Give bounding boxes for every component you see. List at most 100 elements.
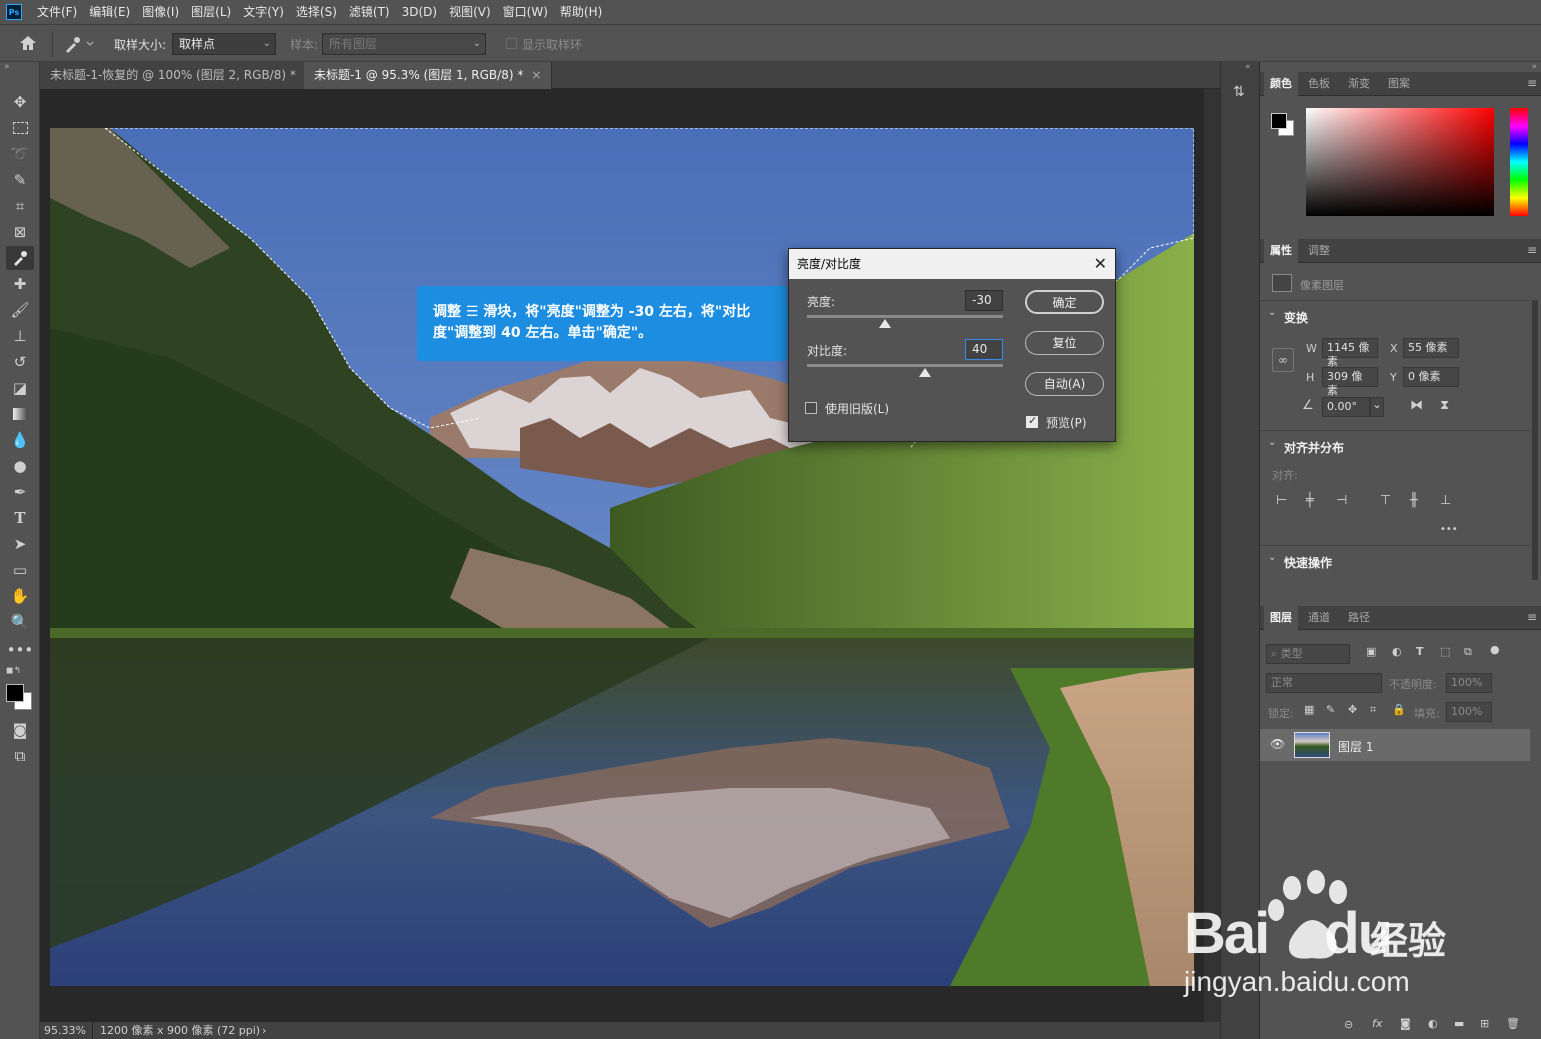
eyedropper-icon[interactable] <box>62 34 96 54</box>
legacy-checkbox[interactable] <box>805 402 817 414</box>
path-select-tool-icon[interactable]: ➤ <box>6 532 34 556</box>
marquee-tool-icon[interactable] <box>6 116 34 140</box>
filter-smart-object-icon[interactable]: ⧉ <box>1464 645 1472 659</box>
fill-input[interactable]: 100% <box>1446 702 1492 722</box>
align-top-icon[interactable]: ⊤ <box>1380 493 1391 508</box>
gradient-tool-icon[interactable] <box>6 402 34 426</box>
healing-brush-tool-icon[interactable]: ✚ <box>6 272 34 296</box>
foreground-color-swatch[interactable] <box>1271 113 1287 129</box>
align-middle-v-icon[interactable]: ╫ <box>1410 493 1418 508</box>
layer-style-icon[interactable]: fx <box>1372 1017 1382 1030</box>
sample-size-select[interactable]: 取样点 ⌄ <box>172 33 276 55</box>
brightness-slider-thumb[interactable] <box>879 319 892 328</box>
foreground-color-swatch[interactable] <box>6 684 24 702</box>
menu-help[interactable]: 帮助(H) <box>554 0 608 24</box>
close-icon[interactable]: × <box>531 68 541 82</box>
contrast-slider-thumb[interactable] <box>918 368 931 377</box>
screen-mode-icon[interactable]: ⧉ <box>6 744 34 768</box>
y-input[interactable]: 0 像素 <box>1403 367 1459 387</box>
frame-tool-icon[interactable]: ⊠ <box>6 220 34 244</box>
hand-tool-icon[interactable]: ✋ <box>6 584 34 608</box>
tab-channels[interactable]: 通道 <box>1302 606 1336 630</box>
new-group-icon[interactable]: ▬ <box>1454 1017 1464 1030</box>
collapse-icon[interactable]: » <box>4 62 10 72</box>
link-layers-icon[interactable]: ⊝ <box>1344 1018 1353 1031</box>
reset-button[interactable]: 复位 <box>1025 331 1104 355</box>
width-input[interactable]: 1145 像素 <box>1322 338 1378 368</box>
tab-document-1[interactable]: 未标题-1-恢复的 @ 100% (图层 2, RGB/8) *× <box>40 62 325 89</box>
move-tool-icon[interactable]: ✥ <box>6 90 34 114</box>
height-input[interactable]: 309 像素 <box>1322 367 1378 397</box>
quick-select-tool-icon[interactable]: ✎ <box>6 168 34 192</box>
align-left-icon[interactable]: ⊢ <box>1276 493 1287 508</box>
angle-input[interactable]: 0.00° <box>1322 397 1370 417</box>
chevron-down-icon[interactable]: ⌄ <box>1268 307 1276 318</box>
preview-checkbox[interactable] <box>1026 414 1038 428</box>
type-tool-icon[interactable]: T <box>6 506 34 530</box>
menu-filter[interactable]: 滤镜(T) <box>343 0 396 24</box>
tab-gradients[interactable]: 渐变 <box>1342 72 1376 96</box>
brightness-slider[interactable] <box>807 315 1003 318</box>
lock-artboard-icon[interactable]: ⌗ <box>1370 703 1376 717</box>
tab-paths[interactable]: 路径 <box>1342 606 1376 630</box>
chevron-down-icon[interactable]: ⌄ <box>1268 437 1276 448</box>
zoom-tool-icon[interactable]: 🔍 <box>6 610 34 634</box>
menu-edit[interactable]: 编辑(E) <box>83 0 136 24</box>
lock-position-icon[interactable]: ✥ <box>1348 703 1357 716</box>
clone-stamp-tool-icon[interactable]: ⊥ <box>6 324 34 348</box>
filter-type-icon[interactable]: T <box>1416 645 1424 658</box>
brush-tool-icon[interactable]: 🖌 <box>6 298 34 322</box>
layer-filter-select[interactable]: ⌕ 类型 <box>1266 644 1350 664</box>
link-icon[interactable]: ∞ <box>1272 348 1294 372</box>
sample-select[interactable]: 所有图层 ⌄ <box>322 33 486 55</box>
collapse-icon[interactable]: » <box>1531 62 1537 72</box>
filter-toggle-icon[interactable]: ● <box>1490 643 1500 656</box>
chevron-right-icon[interactable]: › <box>262 1022 266 1039</box>
align-center-h-icon[interactable]: ╪ <box>1306 493 1314 508</box>
panel-menu-icon[interactable]: ≡ <box>1527 243 1537 257</box>
history-brush-tool-icon[interactable]: ↺ <box>6 350 34 374</box>
lock-pixels-icon[interactable]: ✎ <box>1326 703 1335 716</box>
eyedropper-tool-icon[interactable] <box>6 246 34 270</box>
tab-layers[interactable]: 图层 <box>1264 606 1298 630</box>
chevron-down-icon[interactable]: ⌄ <box>1370 397 1384 417</box>
layer-name[interactable]: 图层 1 <box>1338 738 1373 755</box>
opacity-input[interactable]: 100% <box>1446 673 1492 693</box>
menu-layer[interactable]: 图层(L) <box>185 0 237 24</box>
lock-transparent-icon[interactable]: ▦ <box>1304 703 1314 716</box>
tab-document-2[interactable]: 未标题-1 @ 95.3% (图层 1, RGB/8) * × <box>304 62 553 89</box>
rectangle-tool-icon[interactable]: ▭ <box>6 558 34 582</box>
flip-horizontal-icon[interactable]: ⧓ <box>1410 398 1423 413</box>
blend-mode-select[interactable]: 正常 <box>1266 673 1382 693</box>
home-icon[interactable] <box>18 34 38 52</box>
quick-mask-icon[interactable]: ◙ <box>6 718 34 742</box>
collapse-icon[interactable]: « <box>1245 62 1251 72</box>
menu-type[interactable]: 文字(Y) <box>237 0 290 24</box>
tab-color[interactable]: 颜色 <box>1264 72 1298 96</box>
dodge-tool-icon[interactable]: ● <box>6 454 34 478</box>
panel-scrollbar[interactable] <box>1532 300 1538 580</box>
show-ring-checkbox[interactable] <box>506 38 517 49</box>
hue-slider[interactable] <box>1510 108 1528 216</box>
tab-adjustments[interactable]: 调整 <box>1302 239 1336 263</box>
menu-file[interactable]: 文件(F) <box>31 0 83 24</box>
tab-swatches[interactable]: 色板 <box>1302 72 1336 96</box>
menu-image[interactable]: 图像(I) <box>136 0 185 24</box>
auto-button[interactable]: 自动(A) <box>1025 372 1104 396</box>
eraser-tool-icon[interactable]: ◪ <box>6 376 34 400</box>
filter-adjustment-icon[interactable]: ◐ <box>1392 645 1402 658</box>
zoom-level[interactable]: 95.33% <box>44 1022 86 1039</box>
tab-properties[interactable]: 属性 <box>1264 239 1298 263</box>
panel-menu-icon[interactable]: ≡ <box>1527 76 1537 90</box>
more-options-icon[interactable]: ••• <box>1440 524 1458 535</box>
contrast-slider[interactable] <box>807 364 1003 367</box>
lasso-tool-icon[interactable]: ➰ <box>6 142 34 166</box>
chevron-down-icon[interactable]: ⌄ <box>1268 552 1276 563</box>
menu-view[interactable]: 视图(V) <box>443 0 497 24</box>
tab-patterns[interactable]: 图案 <box>1382 72 1416 96</box>
brightness-input[interactable]: -30 <box>965 290 1003 311</box>
filter-pixel-icon[interactable]: ▣ <box>1366 645 1376 658</box>
history-panel-icon[interactable]: ⇅ <box>1233 84 1245 100</box>
menu-window[interactable]: 窗口(W) <box>497 0 554 24</box>
eye-icon[interactable]: 👁 <box>1270 737 1285 751</box>
